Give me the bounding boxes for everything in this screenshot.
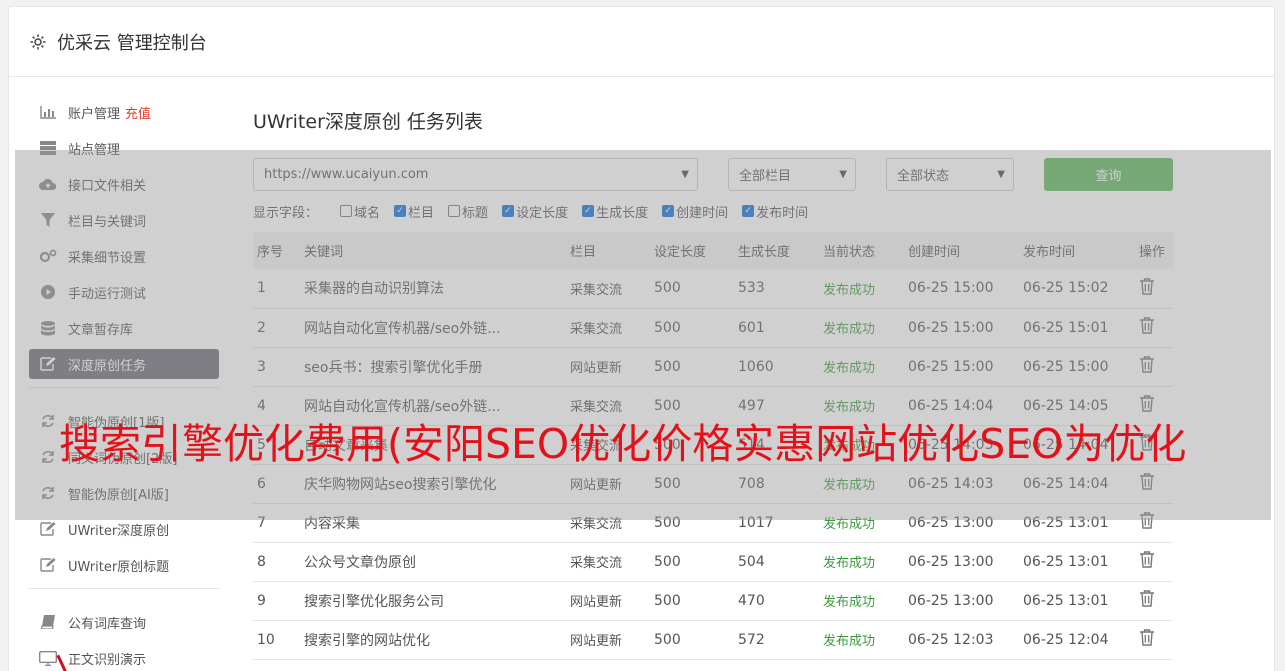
column-cell: 采集交流 [566,542,650,582]
header: 优采云 管理控制台 [9,7,1274,77]
status-cell: 发布成功 [819,542,904,582]
bar-chart-icon [39,105,57,119]
keyword-cell: 公众号文章伪原创 [300,542,566,582]
actions-cell [1135,581,1173,621]
trash-icon[interactable] [1139,629,1155,646]
published-time-cell: 06-25 13:01 [1019,581,1135,621]
actions-cell [1135,620,1173,660]
divider [29,588,219,589]
gen-length-cell: 470 [734,581,819,621]
actions-cell [1135,542,1173,582]
status-cell: 发布成功 [819,581,904,621]
set-length-cell: 500 [650,581,734,621]
page-title: 优采云 管理控制台 [57,32,207,54]
row-index: 8 [253,542,300,582]
sidebar-item-label: UWriter深度原创 [68,523,170,539]
recharge-link[interactable]: 充值 [125,103,151,122]
table-row: 10 搜索引擎的网站优化 网站更新 500 572 发布成功 06-25 12:03 06-2… [253,620,1173,660]
sidebar-item[interactable]: UWriter原创标题 [29,550,219,580]
monitor-icon [39,650,57,666]
keyword-cell: 搜索引擎的网站优化 [300,620,566,660]
sidebar-item-label: UWriter原创标题 [68,559,170,575]
column-cell: 网站更新 [566,620,650,660]
edit-icon [39,522,57,536]
published-time-cell: 06-25 13:01 [1019,542,1135,582]
sidebar-item-label: 正文识别演示 [68,652,147,668]
created-time-cell: 06-25 13:00 [904,542,1019,582]
gen-length-cell: 572 [734,620,819,660]
column-cell: 网站更新 [566,581,650,621]
table-row: 8 公众号文章伪原创 采集交流 500 504 发布成功 06-25 13:00 06-25 … [253,542,1173,582]
set-length-cell: 500 [650,620,734,660]
book-icon [39,615,57,629]
table-row: 9 搜索引擎优化服务公司 网站更新 500 470 发布成功 06-25 13:00 06-2… [253,581,1173,621]
published-time-cell: 06-25 12:04 [1019,620,1135,660]
sidebar-item[interactable]: 公有词库查询 [29,607,219,637]
task-list-title: UWriter深度原创 任务列表 [253,111,483,133]
trash-icon[interactable] [1139,590,1155,607]
edit-icon [39,558,57,572]
row-index: 9 [253,581,300,621]
keyword-cell: 搜索引擎优化服务公司 [300,581,566,621]
created-time-cell: 06-25 12:03 [904,620,1019,660]
sidebar-item[interactable]: 账户管理 充值 [29,97,219,127]
trash-icon[interactable] [1139,551,1155,568]
sidebar-item-label: 账户管理 [68,106,121,122]
set-length-cell: 500 [650,542,734,582]
gen-length-cell: 504 [734,542,819,582]
sidebar-item-label: 公有词库查询 [68,616,147,632]
gear-icon [29,33,47,51]
row-index: 10 [253,620,300,660]
created-time-cell: 06-25 13:00 [904,581,1019,621]
seo-banner-text: 搜索引擎优化费用(安阳SEO优化价格实惠网站优化SEO为优化 [59,420,1187,468]
status-cell: 发布成功 [819,620,904,660]
